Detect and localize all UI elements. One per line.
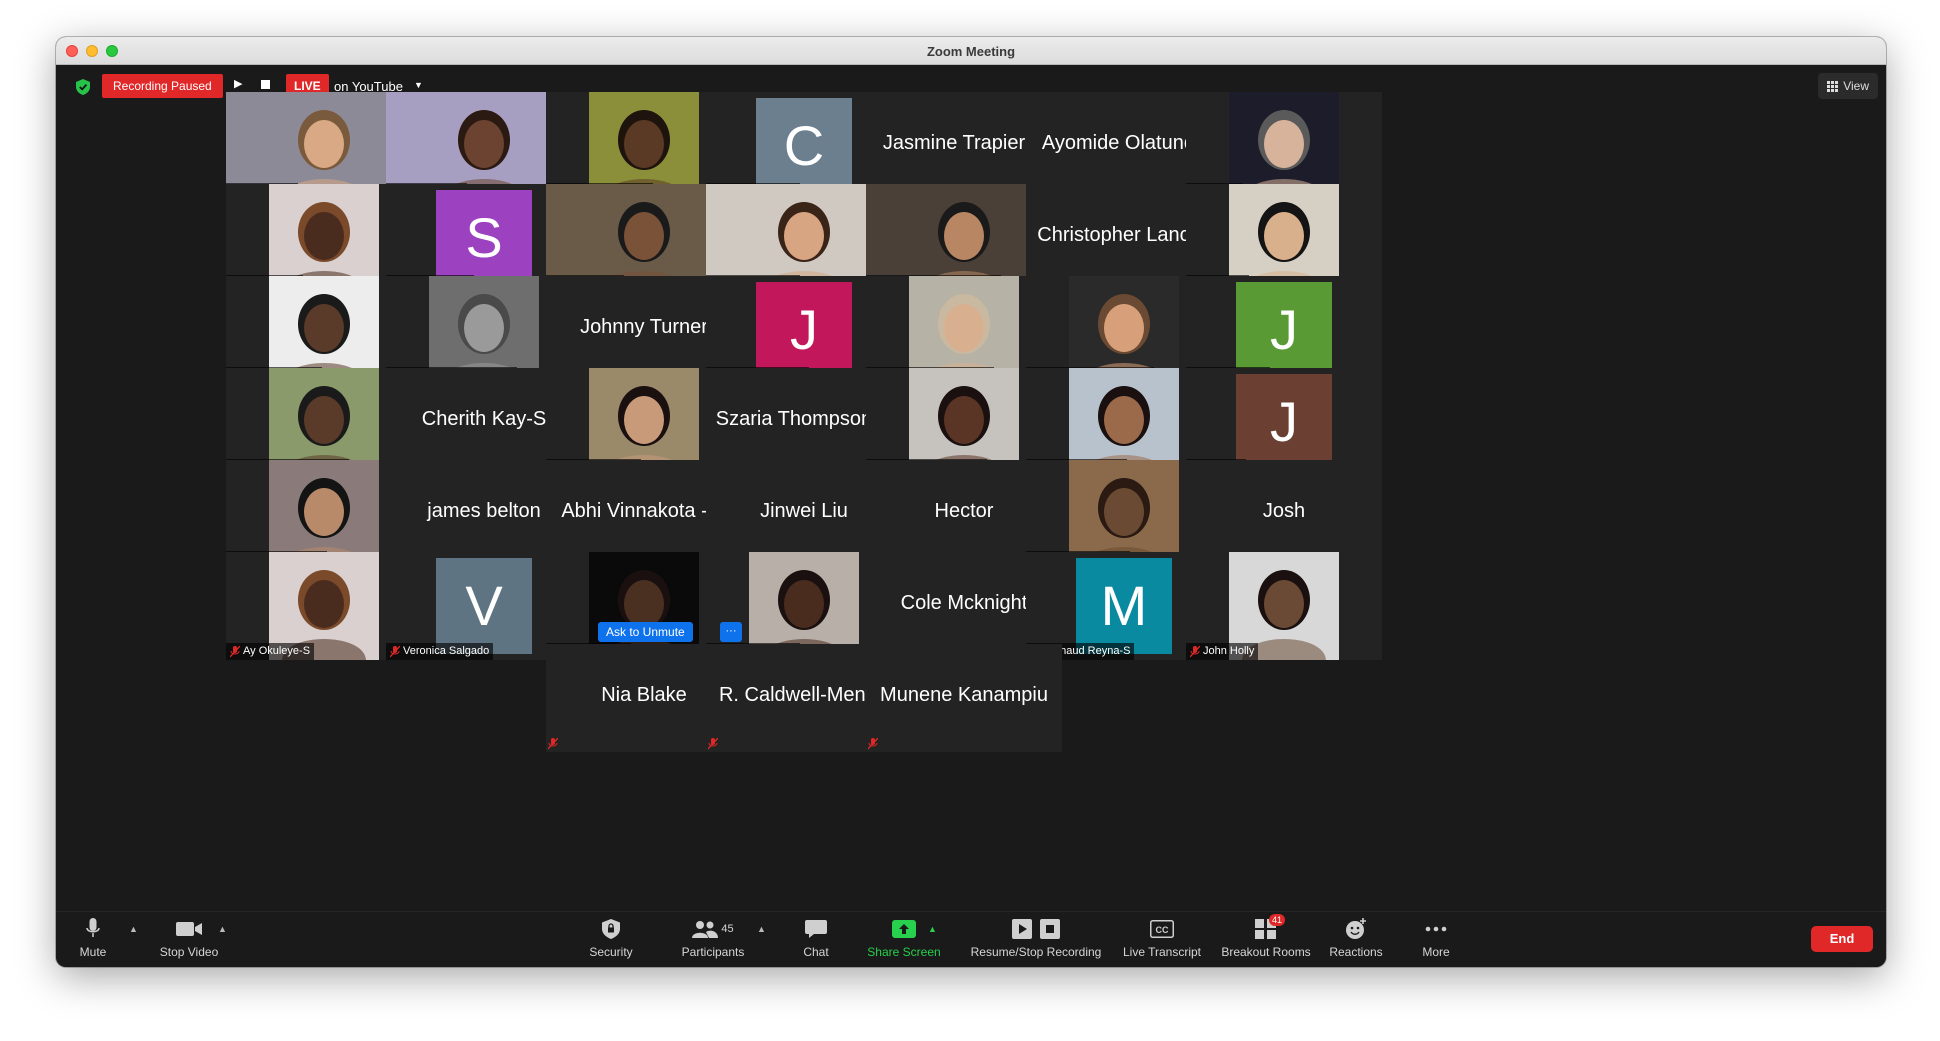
live-transcript-label: Live Transcript bbox=[1122, 945, 1202, 959]
meeting-toolbar: Mute ▲ Stop Video ▲ Security 45 Particip… bbox=[56, 911, 1886, 967]
muted-indicator bbox=[708, 737, 720, 750]
participant-more-options-button[interactable]: ··· bbox=[720, 622, 742, 642]
security-shield-icon[interactable] bbox=[76, 79, 90, 95]
participant-name-label: Ay Okuleye-S bbox=[226, 643, 315, 660]
participant-name: Josh bbox=[1262, 500, 1306, 522]
muted-microphone-icon bbox=[230, 645, 240, 657]
muted-indicator bbox=[868, 737, 880, 750]
microphone-icon bbox=[86, 918, 100, 937]
resume-recording-icon[interactable]: ▶ bbox=[234, 77, 242, 90]
muted-microphone-icon bbox=[390, 645, 400, 657]
video-options-chevron-up-icon[interactable]: ▲ bbox=[218, 924, 227, 934]
smiley-add-icon bbox=[1346, 918, 1366, 939]
muted-microphone-icon bbox=[868, 738, 878, 750]
live-transcript-button[interactable]: CC Live Transcript bbox=[1112, 918, 1212, 959]
participant-name-label: Veronica Salgado bbox=[386, 643, 494, 660]
participant-avatar: J bbox=[756, 282, 852, 378]
share-screen-button[interactable]: Share Screen bbox=[856, 918, 952, 959]
zoom-window: Zoom Meeting Recording Paused ▶ LIVE on … bbox=[56, 37, 1886, 967]
stop-video-label: Stop Video bbox=[159, 945, 219, 959]
participant-avatar: V bbox=[436, 558, 532, 654]
chevron-down-icon[interactable]: ▼ bbox=[414, 80, 423, 90]
recording-status-badge[interactable]: Recording Paused bbox=[102, 74, 223, 98]
muted-microphone-icon bbox=[708, 738, 718, 750]
participants-chevron-up-icon[interactable]: ▲ bbox=[757, 924, 766, 934]
participants-icon bbox=[692, 921, 719, 938]
closed-caption-icon: CC bbox=[1150, 920, 1174, 938]
window-title: Zoom Meeting bbox=[926, 44, 1016, 59]
participant-name: Veronica Salgado bbox=[403, 645, 490, 657]
participants-label: Participants bbox=[681, 945, 745, 959]
end-meeting-button[interactable]: End bbox=[1811, 926, 1873, 952]
security-label: Security bbox=[589, 945, 633, 959]
participant-name: John Holly bbox=[1203, 645, 1255, 657]
more-label: More bbox=[1422, 945, 1450, 959]
participant-name: Ay Okuleye-S bbox=[243, 645, 311, 657]
resume-stop-recording-button[interactable]: Resume/Stop Recording bbox=[961, 918, 1111, 959]
security-button[interactable]: Security bbox=[581, 918, 641, 959]
participant-avatar: C bbox=[756, 98, 852, 194]
participant-avatar: M bbox=[1076, 558, 1172, 654]
chat-label: Chat bbox=[803, 945, 829, 959]
breakout-rooms-label: Breakout Rooms bbox=[1221, 945, 1311, 959]
share-screen-label: Share Screen bbox=[867, 945, 941, 959]
svg-text:CC: CC bbox=[1156, 925, 1169, 935]
shield-icon bbox=[602, 919, 620, 939]
title-bar: Zoom Meeting bbox=[56, 37, 1886, 65]
video-camera-icon bbox=[176, 922, 202, 936]
more-button[interactable]: More bbox=[1406, 918, 1466, 959]
participant-avatar: S bbox=[436, 190, 532, 286]
participant-count: 45 bbox=[721, 923, 734, 935]
muted-indicator bbox=[548, 737, 560, 750]
muted-microphone-icon bbox=[548, 738, 558, 750]
share-screen-icon bbox=[892, 920, 916, 938]
grid-view-icon bbox=[1827, 80, 1839, 92]
resume-stop-recording-label: Resume/Stop Recording bbox=[970, 945, 1102, 959]
view-button[interactable]: View bbox=[1818, 73, 1878, 99]
muted-microphone-icon bbox=[1190, 645, 1200, 657]
more-dots-icon bbox=[1425, 926, 1447, 932]
share-options-chevron-up-icon[interactable]: ▲ bbox=[928, 924, 937, 934]
chat-bubble-icon bbox=[805, 920, 827, 938]
participant-tile[interactable]: Munene Kanampiu bbox=[866, 644, 1062, 752]
participants-button[interactable]: 45 Participants bbox=[668, 918, 758, 959]
reactions-label: Reactions bbox=[1329, 945, 1383, 959]
audio-options-chevron-up-icon[interactable]: ▲ bbox=[129, 924, 138, 934]
play-icon bbox=[1012, 919, 1032, 939]
participant-tile[interactable]: John Holly bbox=[1186, 552, 1382, 660]
participant-avatar: J bbox=[1236, 282, 1332, 378]
mute-button[interactable]: Mute bbox=[68, 918, 118, 959]
participant-name: Munene Kanampiu bbox=[880, 684, 1048, 706]
stop-recording-icon[interactable] bbox=[261, 80, 270, 89]
stop-video-button[interactable]: Stop Video bbox=[152, 918, 226, 959]
participant-avatar: J bbox=[1236, 374, 1332, 470]
breakout-rooms-button[interactable]: 41 Breakout Rooms bbox=[1214, 914, 1318, 959]
stop-icon bbox=[1040, 919, 1060, 939]
mute-label: Mute bbox=[79, 945, 107, 959]
view-button-label: View bbox=[1843, 79, 1869, 93]
ask-to-unmute-button[interactable]: Ask to Unmute bbox=[598, 622, 693, 642]
participant-name-label: John Holly bbox=[1186, 643, 1259, 660]
chat-button[interactable]: Chat bbox=[791, 918, 841, 959]
reactions-button[interactable]: Reactions bbox=[1321, 918, 1391, 959]
breakout-rooms-badge: 41 bbox=[1269, 914, 1286, 926]
